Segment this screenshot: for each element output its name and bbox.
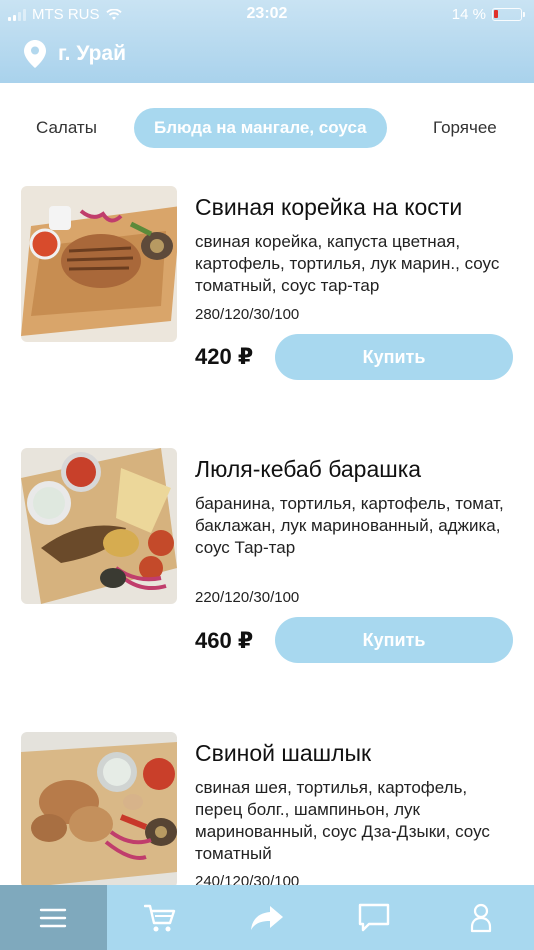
product-image[interactable] [21,732,177,888]
share-icon [250,905,283,930]
product-description: баранина, тортилья, картофель, томат, ба… [195,494,504,557]
app-header: MTS RUS 23:02 14 % г. Урай [0,0,534,83]
product-card: Люля-кебаб барашка баранина, тортилья, к… [0,448,534,668]
tab-hot-dishes[interactable]: Горячее [433,108,497,148]
nav-share[interactable] [214,885,321,950]
product-weight: 280/120/30/100 [195,306,300,323]
battery-percent: 14 % [451,6,486,23]
nav-menu[interactable] [0,885,107,950]
tab-salads[interactable]: Салаты [36,108,97,148]
status-bar: MTS RUS 23:02 14 % [0,0,534,30]
buy-button[interactable]: Купить [275,334,513,380]
buy-button[interactable]: Купить [275,617,513,663]
bottom-nav [0,885,534,950]
status-right: 14 % [451,6,525,23]
nav-cart[interactable] [107,885,214,950]
nav-profile[interactable] [427,885,534,950]
product-card: Свиная корейка на кости свиная корейка, … [0,186,534,406]
battery-icon [492,8,525,21]
cart-icon [144,904,176,931]
product-name: Свиной шашлык [195,740,372,766]
chat-icon [358,903,389,931]
product-price: 460 ₽ [195,628,254,653]
profile-icon [470,903,491,932]
product-name: Свиная корейка на кости [195,194,463,220]
category-tabs: Салаты Блюда на мангале, соуса Горячее [0,104,534,152]
product-description: свиная корейка, капуста цветная, картофе… [195,232,500,295]
nav-chat[interactable] [320,885,427,950]
product-price: 420 ₽ [195,344,254,369]
battery-level [494,10,498,18]
product-image[interactable] [21,448,177,604]
menu-icon [40,908,67,927]
product-name: Люля-кебаб барашка [195,456,422,482]
product-weight: 220/120/30/100 [195,589,300,606]
city-selector[interactable]: г. Урай [24,40,126,68]
city-title: г. Урай [58,42,126,65]
tab-grill-dishes[interactable]: Блюда на мангале, соуса [134,108,387,148]
product-description: свиная шея, тортилья, картофель, перец б… [195,778,490,863]
product-image[interactable] [21,186,177,342]
location-pin-icon [24,40,46,68]
